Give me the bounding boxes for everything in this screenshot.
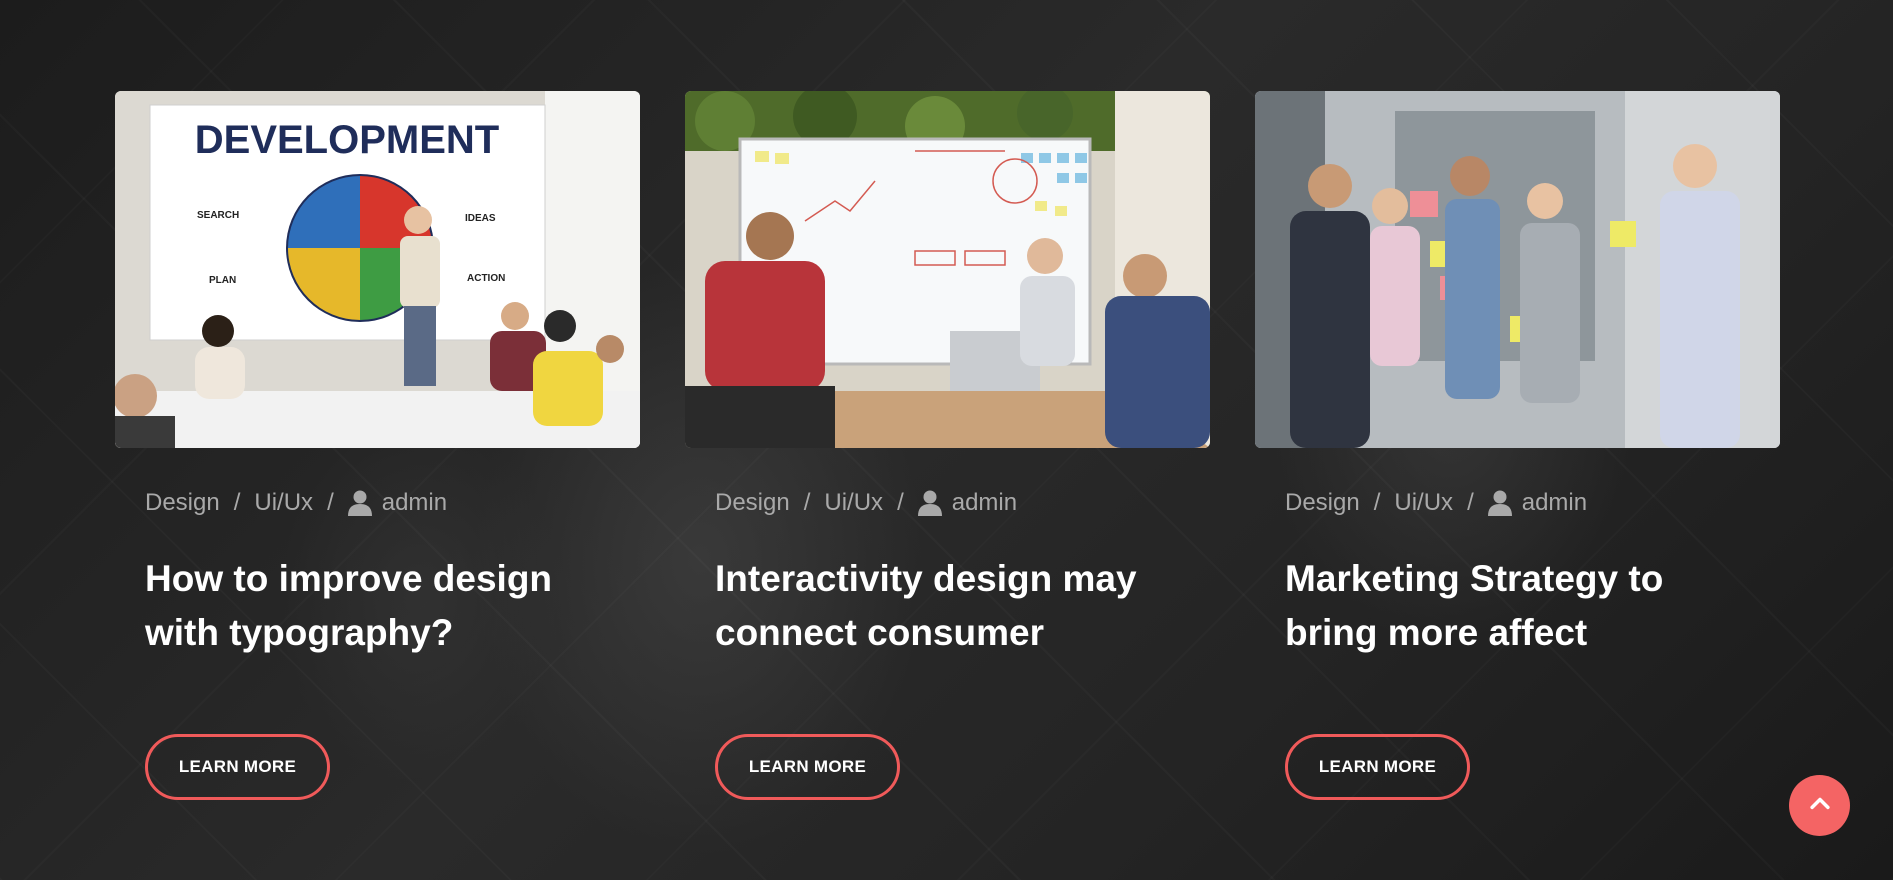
user-icon (917, 490, 942, 516)
board-label: IDEAS (465, 213, 496, 224)
post-meta: Design / Ui/Ux / admin (145, 489, 447, 517)
post-meta: Design / Ui/Ux / admin (715, 489, 1017, 517)
post-title[interactable]: Marketing Strategy to bring more affect (1285, 552, 1765, 660)
post-image-sticky-notes-meeting[interactable] (1255, 91, 1780, 448)
board-title: DEVELOPMENT (195, 118, 499, 162)
author-link[interactable]: admin (382, 489, 447, 517)
meta-separator: / (327, 489, 334, 516)
board-label: SEARCH (197, 210, 239, 221)
category-link[interactable]: Ui/Ux (254, 489, 313, 517)
chevron-up-icon (1809, 797, 1831, 815)
category-link[interactable]: Ui/Ux (824, 489, 883, 517)
author-link[interactable]: admin (1522, 489, 1587, 517)
learn-more-button[interactable]: LEARN MORE (715, 734, 900, 800)
blog-card: DEVELOPMENT SEARCH IDEAS PLAN ACTION Des… (115, 91, 640, 800)
meta-separator: / (233, 489, 241, 516)
category-link[interactable]: Design (145, 489, 220, 517)
post-title[interactable]: Interactivity design may connect consume… (715, 552, 1195, 660)
learn-more-button[interactable]: LEARN MORE (145, 734, 330, 800)
category-link[interactable]: Ui/Ux (1394, 489, 1453, 517)
user-icon (1487, 490, 1512, 516)
category-link[interactable]: Design (715, 489, 790, 517)
board-label: PLAN (209, 275, 236, 286)
post-title[interactable]: How to improve design with typography? (145, 552, 625, 660)
category-link[interactable]: Design (1285, 489, 1360, 517)
post-meta: Design / Ui/Ux / admin (1285, 489, 1587, 517)
scroll-to-top-button[interactable] (1789, 775, 1850, 836)
meta-separator: / (897, 489, 904, 516)
post-image-development-meeting[interactable]: DEVELOPMENT SEARCH IDEAS PLAN ACTION (115, 91, 640, 448)
blog-card: Design / Ui/Ux / admin Interactivity des… (685, 91, 1210, 800)
learn-more-button[interactable]: LEARN MORE (1285, 734, 1470, 800)
post-image-whiteboard-meeting[interactable] (685, 91, 1210, 448)
author-link[interactable]: admin (952, 489, 1017, 517)
meta-separator: / (1467, 489, 1474, 516)
meta-separator: / (803, 489, 811, 516)
meta-separator: / (1373, 489, 1381, 516)
blog-card: Design / Ui/Ux / admin Marketing Strateg… (1255, 91, 1780, 800)
user-icon (347, 490, 372, 516)
board-label: ACTION (467, 273, 505, 284)
